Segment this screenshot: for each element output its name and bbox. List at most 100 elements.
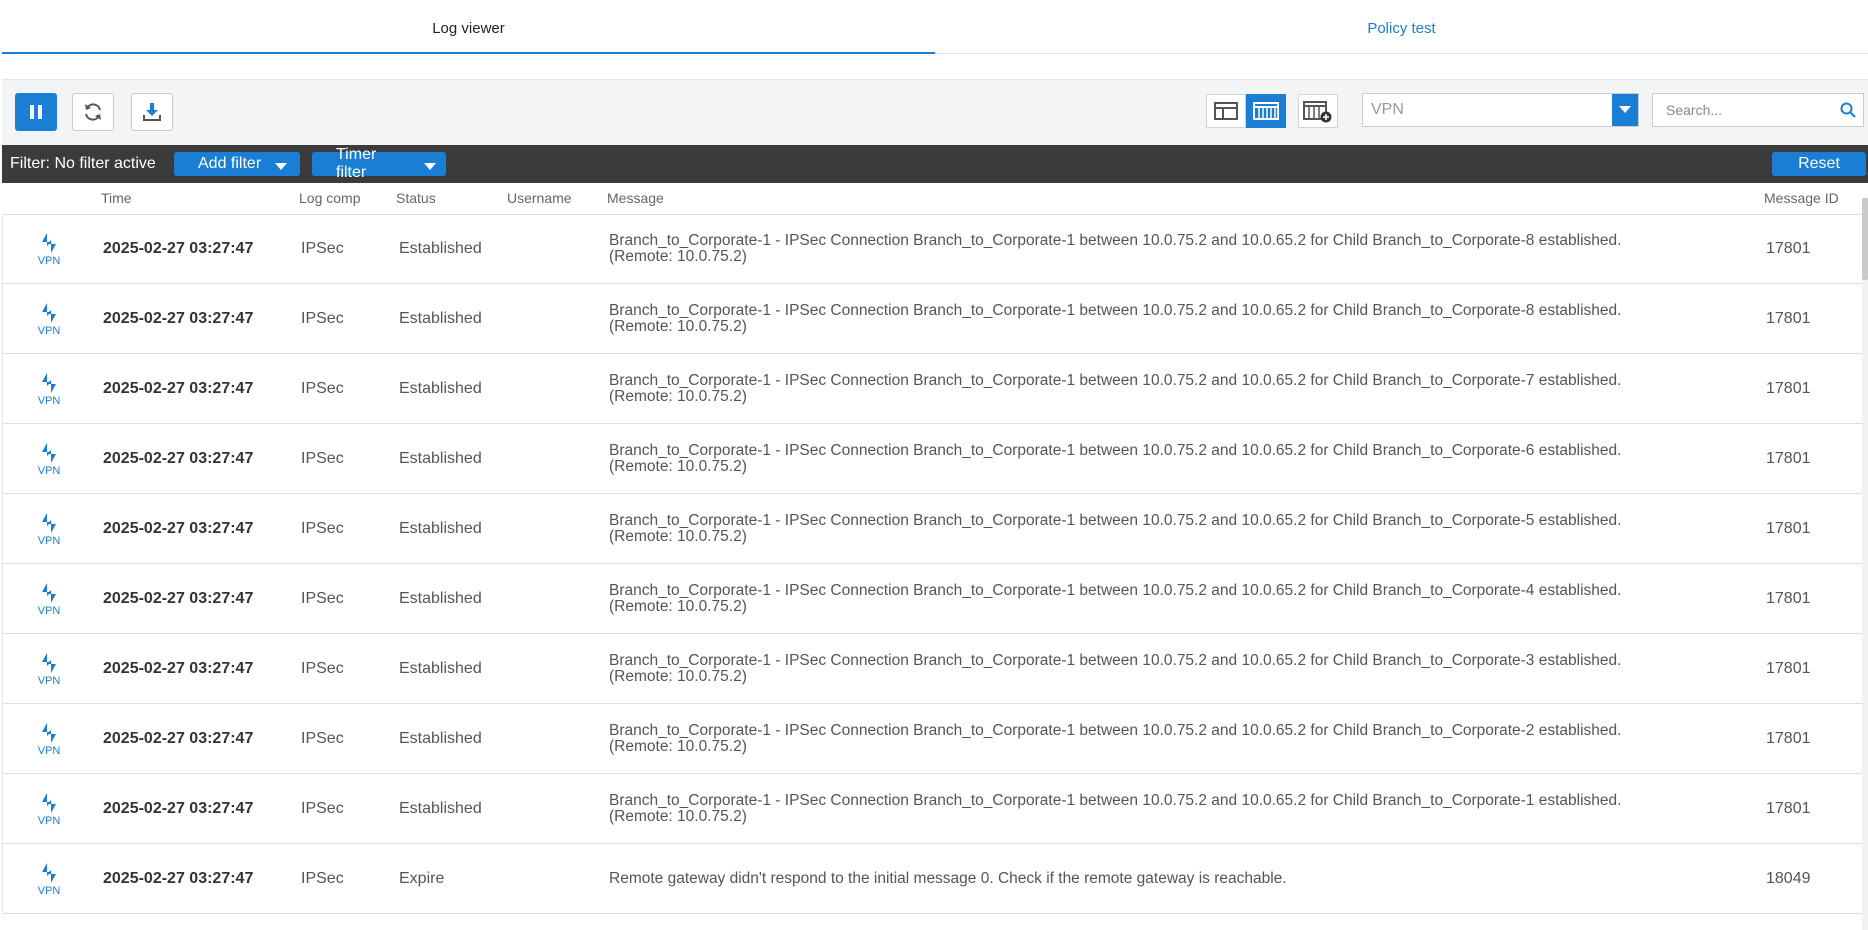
log-comp-cell: IPSec [301, 520, 344, 537]
chevron-down-icon [424, 162, 436, 170]
status-cell: Established [399, 660, 482, 677]
message-remote: (Remote: 10.0.75.2) [609, 738, 747, 755]
module-select[interactable]: VPN [1362, 93, 1639, 127]
search-icon[interactable] [1833, 102, 1863, 118]
log-comp-cell: IPSec [301, 730, 344, 747]
vpn-icon [42, 862, 56, 883]
scrollbar-thumb[interactable] [1862, 198, 1868, 280]
table-row[interactable]: VPN 2025-02-27 03:27:47 IPSec Expire Rem… [2, 844, 1864, 914]
tab-policy-test[interactable]: Policy test [935, 3, 1868, 53]
message-id-cell: 17801 [1766, 660, 1811, 677]
table-row[interactable]: VPN 2025-02-27 03:27:47 IPSec Establishe… [2, 284, 1864, 354]
pause-icon [30, 105, 42, 119]
message-line: Branch_to_Corporate-1 - IPSec Connection… [609, 232, 1622, 249]
log-type-label: VPN [37, 884, 61, 897]
vpn-icon [42, 512, 56, 533]
timer-filter-label: Timer filter [336, 146, 377, 181]
log-type-label: VPN [37, 604, 61, 617]
message-cell: Branch_to_Corporate-1 - IPSec Connection… [609, 634, 1749, 704]
column-header-message-id[interactable]: Message ID [1764, 183, 1839, 214]
message-remote: (Remote: 10.0.75.2) [609, 318, 747, 335]
time-cell: 2025-02-27 03:27:47 [103, 450, 254, 467]
log-comp-cell: IPSec [301, 310, 344, 327]
scrollbar-track[interactable] [1862, 198, 1868, 930]
table-row[interactable]: VPN 2025-02-27 03:27:47 IPSec Establishe… [2, 354, 1864, 424]
log-comp-cell: IPSec [301, 380, 344, 397]
message-remote: (Remote: 10.0.75.2) [609, 668, 747, 685]
message-remote: (Remote: 10.0.75.2) [609, 388, 747, 405]
add-filter-button[interactable]: Add filter [174, 152, 300, 176]
download-button[interactable] [131, 93, 173, 131]
table-row[interactable]: VPN 2025-02-27 03:27:47 IPSec Establishe… [2, 494, 1864, 564]
column-header-time[interactable]: Time [101, 183, 132, 214]
message-remote: (Remote: 10.0.75.2) [609, 248, 747, 265]
pause-button[interactable] [15, 93, 57, 131]
message-remote: (Remote: 10.0.75.2) [609, 458, 747, 475]
table-header: Time Log comp Status Username Message Me… [2, 183, 1868, 215]
chevron-down-icon[interactable] [1612, 94, 1638, 126]
column-header-message[interactable]: Message [607, 183, 664, 214]
download-icon [143, 103, 161, 121]
view-split-button[interactable] [1206, 94, 1246, 128]
message-cell: Branch_to_Corporate-1 - IPSec Connection… [609, 424, 1749, 494]
vpn-icon [42, 792, 56, 813]
add-column-icon [1303, 101, 1332, 123]
vpn-icon [42, 302, 56, 323]
message-line: Branch_to_Corporate-1 - IPSec Connection… [609, 442, 1622, 459]
log-type-label: VPN [37, 744, 61, 757]
log-comp-cell: IPSec [301, 450, 344, 467]
log-comp-cell: IPSec [301, 660, 344, 677]
table-row[interactable]: VPN 2025-02-27 03:27:47 IPSec Establishe… [2, 564, 1864, 634]
reset-button[interactable]: Reset [1772, 152, 1866, 176]
add-column-button[interactable] [1298, 94, 1338, 128]
time-cell: 2025-02-27 03:27:47 [103, 730, 254, 747]
add-filter-label: Add filter [198, 155, 262, 172]
time-cell: 2025-02-27 03:27:47 [103, 800, 254, 817]
status-cell: Established [399, 520, 482, 537]
search-input[interactable] [1653, 101, 1833, 119]
status-cell: Established [399, 800, 482, 817]
message-cell: Branch_to_Corporate-1 - IPSec Connection… [609, 354, 1749, 424]
search-box [1652, 93, 1864, 127]
log-type-cell: VPN [27, 284, 71, 354]
time-cell: 2025-02-27 03:27:47 [103, 380, 254, 397]
column-header-log-comp[interactable]: Log comp [299, 183, 360, 214]
message-cell: Remote gateway didn't respond to the ini… [609, 844, 1749, 914]
log-type-label: VPN [37, 674, 61, 687]
message-cell: Branch_to_Corporate-1 - IPSec Connection… [609, 284, 1749, 354]
message-line: Branch_to_Corporate-1 - IPSec Connection… [609, 302, 1622, 319]
timer-filter-button[interactable]: Timer filter [312, 146, 446, 181]
log-type-cell: VPN [27, 844, 71, 914]
table-row[interactable]: VPN 2025-02-27 03:27:47 IPSec Establishe… [2, 634, 1864, 704]
log-type-label: VPN [37, 814, 61, 827]
log-comp-cell: IPSec [301, 870, 344, 887]
column-header-username[interactable]: Username [507, 183, 572, 214]
column-header-status[interactable]: Status [396, 183, 436, 214]
message-line: Branch_to_Corporate-1 - IPSec Connection… [609, 722, 1622, 739]
view-table-button[interactable] [1246, 94, 1286, 128]
log-type-cell: VPN [27, 214, 71, 284]
status-cell: Established [399, 310, 482, 327]
tab-bar: Log viewer Policy test [2, 3, 1868, 54]
tab-log-viewer[interactable]: Log viewer [2, 3, 935, 54]
message-line: Branch_to_Corporate-1 - IPSec Connection… [609, 792, 1622, 809]
log-type-label: VPN [37, 394, 61, 407]
table-row[interactable]: VPN 2025-02-27 03:27:47 IPSec Establishe… [2, 774, 1864, 844]
log-type-cell: VPN [27, 774, 71, 844]
log-type-label: VPN [37, 254, 61, 267]
table-row[interactable]: VPN 2025-02-27 03:27:47 IPSec Establishe… [2, 214, 1864, 284]
filter-bar: Filter: No filter active Add filter Time… [2, 145, 1868, 183]
log-comp-cell: IPSec [301, 800, 344, 817]
message-cell: Branch_to_Corporate-1 - IPSec Connection… [609, 214, 1749, 284]
table-row[interactable]: VPN 2025-02-27 03:27:47 IPSec Establishe… [2, 704, 1864, 774]
time-cell: 2025-02-27 03:27:47 [103, 870, 254, 887]
time-cell: 2025-02-27 03:27:47 [103, 240, 254, 257]
refresh-button[interactable] [72, 93, 114, 131]
split-view-icon [1214, 102, 1238, 120]
log-type-cell: VPN [27, 564, 71, 634]
table-row[interactable]: VPN 2025-02-27 03:27:47 IPSec Establishe… [2, 424, 1864, 494]
time-cell: 2025-02-27 03:27:47 [103, 520, 254, 537]
message-cell: Branch_to_Corporate-1 - IPSec Connection… [609, 494, 1749, 564]
status-cell: Established [399, 730, 482, 747]
message-cell: Branch_to_Corporate-1 - IPSec Connection… [609, 774, 1749, 844]
